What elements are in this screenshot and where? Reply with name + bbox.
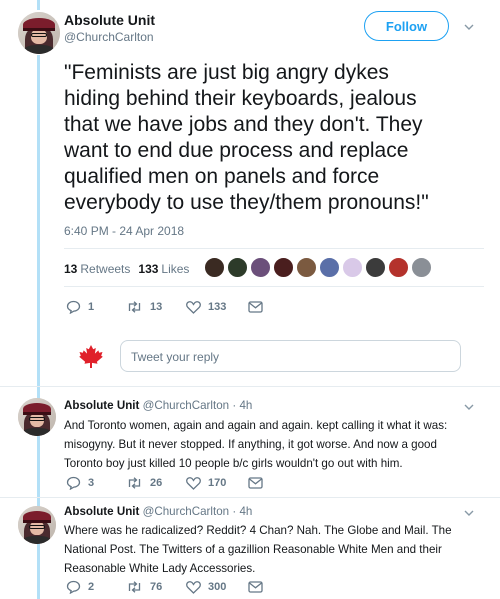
reply-time[interactable]: · 4h <box>232 399 252 412</box>
divider <box>0 386 500 387</box>
tweet-text-line: qualified men on panels and force <box>64 165 380 188</box>
retweet-count: 26 <box>150 477 163 489</box>
reply-count: 1 <box>88 301 95 313</box>
reply-count: 3 <box>88 477 95 489</box>
heart-icon <box>186 300 201 314</box>
reply-header: Absolute Unit @ChurchCarlton · 4h <box>64 505 252 518</box>
envelope-icon <box>248 477 263 489</box>
liker-avatar[interactable] <box>365 257 386 278</box>
maple-leaf-icon <box>78 344 104 368</box>
divider <box>0 497 500 498</box>
heart-icon <box>186 476 201 490</box>
reply-text-line: Reasonable White Lady Accessories. <box>64 562 256 575</box>
chevron-down-icon[interactable] <box>464 508 474 518</box>
reply-action[interactable]: 2 <box>66 580 126 594</box>
reply-input[interactable]: Tweet your reply <box>120 340 461 372</box>
tweet-text-line: that we have jobs and they don't. They <box>64 113 423 136</box>
reply-text-line: Where was he radicalized? Reddit? 4 Chan… <box>64 524 452 537</box>
retweets-count: 13 <box>64 262 78 276</box>
retweet-action[interactable]: 26 <box>126 477 186 489</box>
reply-author-handle[interactable]: @ChurchCarlton <box>143 505 230 518</box>
tweet-text-line: "Feminists are just big angry dykes <box>64 61 389 84</box>
retweet-action[interactable]: 13 <box>126 301 186 313</box>
tweet-timestamp[interactable]: 6:40 PM - 24 Apr 2018 <box>64 224 184 238</box>
liker-avatar[interactable] <box>388 257 409 278</box>
likes-stat[interactable]: 133 Likes <box>138 262 189 276</box>
reply-text-line: misogyny. But it never stopped. If anyth… <box>64 438 437 451</box>
reply-composer: Tweet your reply <box>64 340 464 372</box>
retweet-count: 13 <box>150 301 163 313</box>
author-handle[interactable]: @ChurchCarlton <box>64 30 154 44</box>
retweet-action[interactable]: 76 <box>126 581 186 593</box>
likers-avatars <box>204 257 434 278</box>
like-count: 300 <box>208 581 227 593</box>
liker-avatar[interactable] <box>227 257 248 278</box>
reply-action[interactable]: 1 <box>66 300 126 314</box>
heart-icon <box>186 580 201 594</box>
tweet-text: "Feminists are just big angry dykes hidi… <box>64 60 484 216</box>
reply-action[interactable]: 3 <box>66 476 126 490</box>
reply-author-handle[interactable]: @ChurchCarlton <box>143 399 230 412</box>
chevron-down-icon[interactable] <box>464 22 474 32</box>
avatar[interactable] <box>18 506 56 544</box>
reply-text-line: National Post. The Twitters of a gazilli… <box>64 543 442 556</box>
thread-line-top <box>37 0 40 10</box>
reply-count: 2 <box>88 581 95 593</box>
reply-actions: 3 26 170 <box>66 476 263 490</box>
tweet-stats: 13 Retweets 133 Likes <box>64 262 197 276</box>
like-action[interactable]: 300 <box>186 580 248 594</box>
retweet-icon <box>128 301 141 313</box>
reply-actions: 2 76 300 <box>66 580 263 594</box>
reply-author-name[interactable]: Absolute Unit <box>64 505 139 518</box>
direct-message-action[interactable] <box>248 477 263 489</box>
follow-button[interactable]: Follow <box>364 11 449 41</box>
liker-avatar[interactable] <box>250 257 271 278</box>
author-name[interactable]: Absolute Unit <box>64 12 155 28</box>
retweets-label: Retweets <box>80 262 131 276</box>
liker-avatar[interactable] <box>319 257 340 278</box>
divider <box>64 286 484 287</box>
avatar[interactable] <box>18 12 60 54</box>
likes-label: Likes <box>161 262 190 276</box>
liker-avatar[interactable] <box>204 257 225 278</box>
liker-avatar[interactable] <box>273 257 294 278</box>
divider <box>64 248 484 249</box>
tweet-text-line: everybody to use they/them pronouns!" <box>64 191 429 214</box>
avatar[interactable] <box>18 398 56 436</box>
liker-avatar[interactable] <box>342 257 363 278</box>
reply-time[interactable]: · 4h <box>232 505 252 518</box>
tweet-actions: 1 13 133 <box>66 300 263 314</box>
direct-message-action[interactable] <box>248 301 263 313</box>
retweet-icon <box>128 477 141 489</box>
reply-icon <box>66 300 81 314</box>
like-action[interactable]: 133 <box>186 300 248 314</box>
like-count: 170 <box>208 477 227 489</box>
reply-icon <box>66 476 81 490</box>
reply-author-name[interactable]: Absolute Unit <box>64 399 139 412</box>
reply-text: And Toronto women, again and again and a… <box>64 416 464 473</box>
like-count: 133 <box>208 301 227 313</box>
likes-count: 133 <box>138 262 159 276</box>
reply-text-line: And Toronto women, again and again and a… <box>64 419 448 432</box>
like-action[interactable]: 170 <box>186 476 248 490</box>
envelope-icon <box>248 301 263 313</box>
direct-message-action[interactable] <box>248 581 263 593</box>
retweets-stat[interactable]: 13 Retweets <box>64 262 130 276</box>
liker-avatar[interactable] <box>296 257 317 278</box>
tweet-text-line: hiding behind their keyboards, jealous <box>64 87 417 110</box>
retweet-count: 76 <box>150 581 163 593</box>
reply-icon <box>66 580 81 594</box>
reply-header: Absolute Unit @ChurchCarlton · 4h <box>64 399 252 412</box>
chevron-down-icon[interactable] <box>464 402 474 412</box>
retweet-icon <box>128 581 141 593</box>
reply-text-line: Toronto boy just killed 10 people b/c gi… <box>64 457 403 470</box>
liker-avatar[interactable] <box>411 257 432 278</box>
envelope-icon <box>248 581 263 593</box>
reply-text: Where was he radicalized? Reddit? 4 Chan… <box>64 521 464 578</box>
tweet-text-line: want to end due process and replace <box>64 139 409 162</box>
